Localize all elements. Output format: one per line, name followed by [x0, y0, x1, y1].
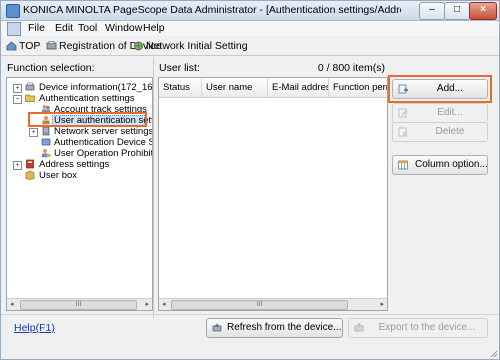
menu-tool[interactable]: Tool	[78, 22, 97, 34]
device-icon	[46, 41, 57, 50]
server-icon	[42, 126, 50, 136]
help-link[interactable]: Help(F1)	[14, 322, 55, 334]
tree-highlight-box	[28, 112, 147, 127]
scroll-thumb[interactable]: III	[20, 300, 137, 310]
minimize-button[interactable]: –	[419, 2, 445, 20]
top-button[interactable]: TOP	[6, 39, 40, 53]
table-scroll-left-icon[interactable]: ◂	[162, 300, 166, 308]
col-email[interactable]: E-Mail address	[268, 78, 329, 97]
table-scroll-thumb[interactable]: III	[171, 300, 348, 310]
network-label: Network Initial Setting	[146, 40, 248, 52]
refresh-device-icon	[212, 323, 222, 332]
network-setting-button[interactable]: Network Initial Setting	[133, 39, 248, 53]
column-option-button[interactable]: Column option...	[392, 155, 488, 175]
table-header: Status User name E-Mail address Function…	[159, 78, 387, 98]
top-label: TOP	[19, 40, 41, 52]
tree-item-user-prohibition[interactable]: User Operation Prohibition Setti	[54, 148, 152, 159]
tree-item-user-box[interactable]: User box	[39, 170, 77, 181]
edit-label: Edit...	[437, 107, 463, 118]
col-status[interactable]: Status	[159, 78, 202, 97]
column-option-label: Column option...	[415, 159, 488, 170]
scroll-left-icon[interactable]: ◂	[10, 300, 14, 308]
user-list-table[interactable]: Status User name E-Mail address Function…	[158, 77, 388, 311]
folder-icon	[25, 94, 35, 102]
col-user-name[interactable]: User name	[202, 78, 268, 97]
tree-item-auth-settings[interactable]: Authentication settings	[39, 93, 135, 104]
function-selection-label: Function selection:	[7, 62, 95, 74]
home-icon	[6, 41, 17, 51]
book-icon	[26, 159, 34, 169]
tree-item-network-server[interactable]: Network server settings	[54, 126, 152, 137]
delete-button[interactable]: Delete	[392, 122, 488, 142]
app-icon	[6, 4, 20, 18]
export-device-icon	[354, 323, 364, 332]
user-list-label: User list:	[159, 62, 200, 74]
expand-device-info[interactable]: +	[13, 84, 22, 93]
collapse-auth-settings[interactable]: −	[13, 95, 22, 104]
close-button[interactable]: ×	[469, 2, 497, 20]
menu-file[interactable]: File	[28, 22, 45, 34]
refresh-button[interactable]: Refresh from the device...	[206, 318, 343, 338]
tree-item-device-info[interactable]: Device information(172_16_4_184)	[39, 82, 152, 93]
tree-item-auth-device[interactable]: Authentication Device Settings	[54, 137, 152, 148]
box-icon	[25, 170, 35, 180]
network-icon	[134, 41, 143, 51]
tree-item-address-settings[interactable]: Address settings	[39, 159, 109, 170]
window-menu-icon[interactable]	[7, 22, 21, 36]
tree-horizontal-scrollbar[interactable]: ◂ III ▸	[7, 298, 152, 310]
table-horizontal-scrollbar[interactable]: ◂ III ▸	[159, 298, 387, 310]
title-bar: KONICA MINOLTA PageScope Data Administra…	[1, 1, 499, 21]
resize-grip-icon[interactable]	[489, 349, 498, 358]
toolbar: TOP Registration of Device Network Initi…	[1, 37, 499, 56]
menu-window[interactable]: Window	[105, 22, 142, 34]
delete-label: Delete	[435, 126, 465, 137]
user-lock-icon	[42, 149, 51, 158]
edit-icon	[398, 108, 408, 118]
expand-address-settings[interactable]: +	[13, 161, 22, 170]
table-scroll-right-icon[interactable]: ▸	[380, 300, 384, 308]
edit-button[interactable]: Edit...	[392, 103, 488, 123]
scroll-right-icon[interactable]: ▸	[145, 300, 149, 308]
app-window: KONICA MINOLTA PageScope Data Administra…	[0, 0, 500, 360]
menu-help[interactable]: Help	[143, 22, 165, 34]
bottom-separator	[1, 314, 499, 315]
printer-icon	[25, 82, 35, 91]
menu-edit[interactable]: Edit	[55, 22, 73, 34]
add-highlight-box	[388, 75, 492, 103]
item-count: 0 / 800 item(s)	[317, 62, 385, 74]
refresh-label: Refresh from the device...	[227, 322, 342, 333]
export-label: Export to the device...	[378, 322, 476, 333]
export-button[interactable]: Export to the device...	[348, 318, 488, 338]
panel-splitter[interactable]	[153, 57, 154, 318]
window-title: KONICA MINOLTA PageScope Data Administra…	[23, 4, 401, 16]
col-function-permission[interactable]: Function permiss	[329, 78, 387, 97]
expand-network-server[interactable]: +	[29, 128, 38, 137]
delete-icon	[398, 127, 408, 137]
card-reader-icon	[41, 138, 51, 146]
columns-icon	[398, 160, 408, 170]
menu-bar	[1, 21, 499, 36]
maximize-button[interactable]: □	[444, 2, 470, 20]
